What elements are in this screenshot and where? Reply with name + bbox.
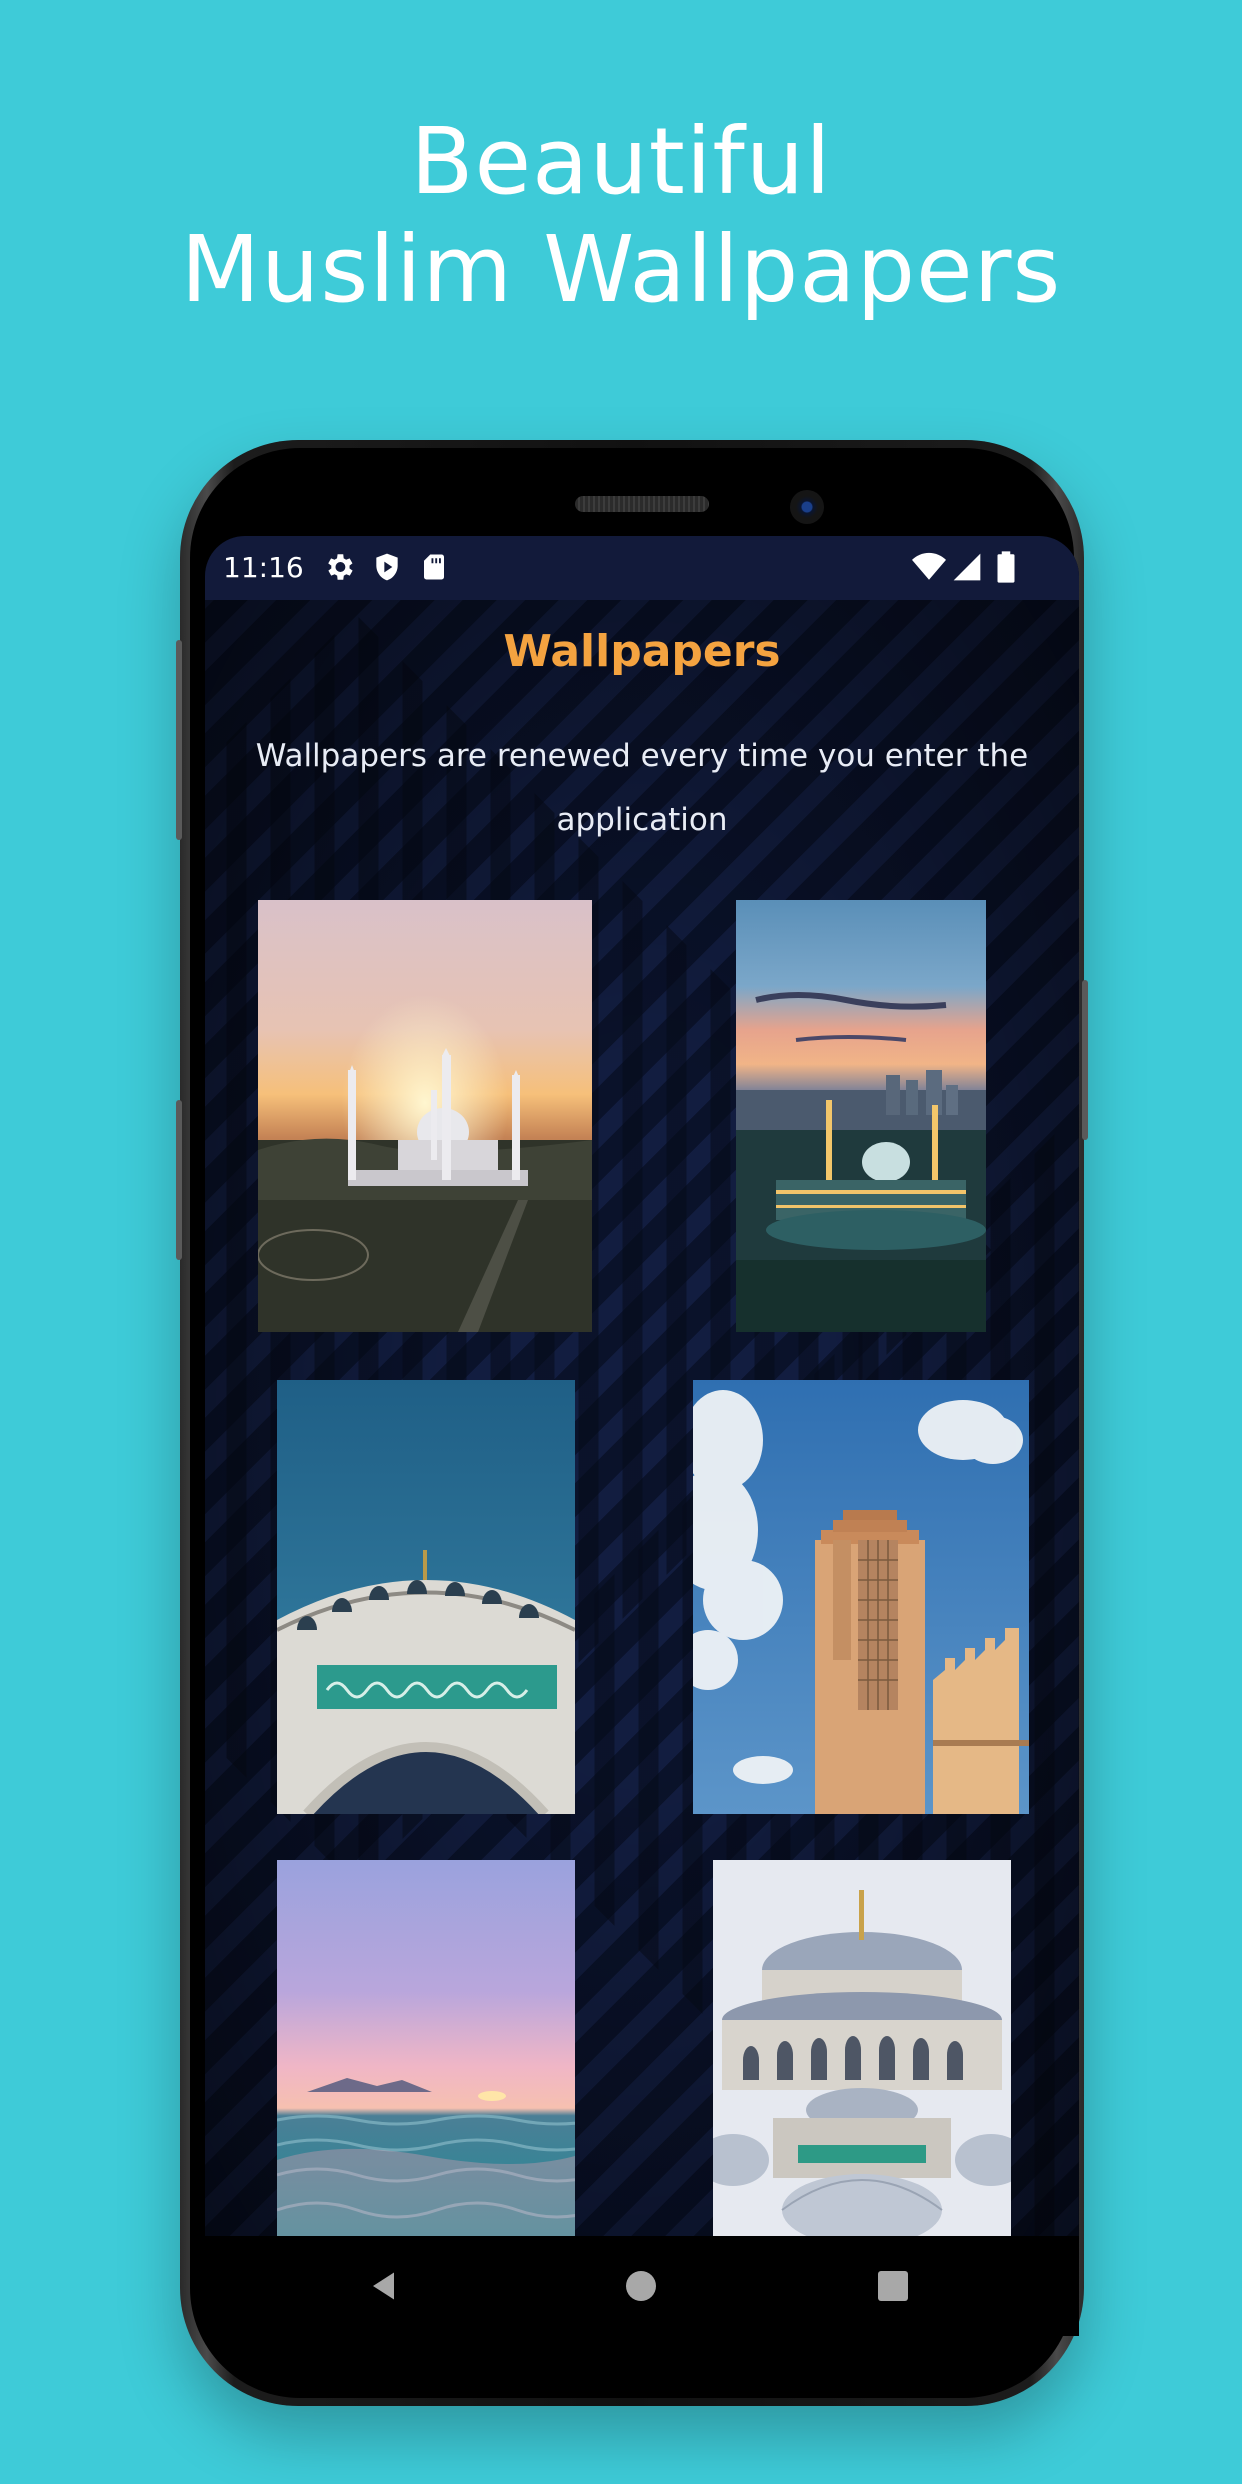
wallpaper-image — [258, 900, 592, 1332]
status-time: 11:16 — [223, 551, 304, 584]
power-button — [176, 640, 182, 840]
recents-icon[interactable] — [875, 2268, 911, 2308]
wallpaper-image — [277, 1860, 575, 2236]
earpiece-speaker — [575, 496, 709, 512]
wifi-icon — [911, 550, 947, 588]
phone-bezel: 11:16 Wallpapers Wallpapers are renewed … — [190, 448, 1079, 2398]
wallpaper-image — [693, 1380, 1029, 1814]
promo-title-line2: Muslim Wallpapers — [180, 216, 1062, 323]
wallpaper-image — [713, 1860, 1011, 2236]
battery-icon — [995, 550, 1017, 588]
promo-title-line1: Beautiful — [410, 108, 832, 215]
phone-frame: 11:16 Wallpapers Wallpapers are renewed … — [176, 440, 1088, 2406]
page-subtitle: Wallpapers are renewed every time you en… — [255, 738, 1029, 838]
phone-screen: 11:16 Wallpapers Wallpapers are renewed … — [205, 536, 1079, 2236]
wallpaper-tile[interactable] — [693, 1380, 1029, 1814]
wallpaper-tile[interactable] — [258, 900, 592, 1332]
promo-headline: Beautiful Muslim Wallpapers — [0, 108, 1242, 324]
gear-icon — [322, 550, 356, 588]
status-bar: 11:16 — [205, 536, 1079, 600]
home-icon[interactable] — [623, 2268, 659, 2308]
play-protect-icon — [371, 550, 403, 588]
navigation-bar — [205, 2236, 1079, 2336]
side-button-right — [1082, 980, 1088, 1140]
wallpaper-image — [277, 1380, 575, 1814]
wallpaper-image — [736, 900, 986, 1332]
back-icon[interactable] — [367, 2268, 403, 2308]
wallpaper-tile[interactable] — [277, 1860, 575, 2236]
wallpaper-tile[interactable] — [736, 900, 986, 1332]
sd-card-icon — [419, 550, 449, 588]
cell-signal-icon — [951, 550, 983, 588]
page-title: Wallpapers — [503, 626, 781, 677]
wallpapers-screen[interactable]: Wallpapers Wallpapers are renewed every … — [205, 600, 1079, 2236]
front-camera — [790, 490, 824, 524]
wallpaper-tile[interactable] — [713, 1860, 1011, 2236]
volume-button — [176, 1100, 182, 1260]
wallpaper-tile[interactable] — [277, 1380, 575, 1814]
